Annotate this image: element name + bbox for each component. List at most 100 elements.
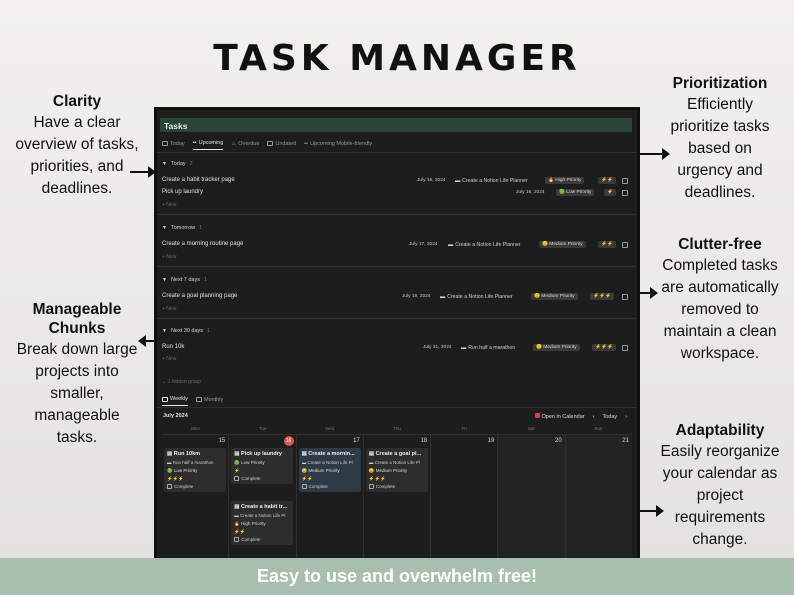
card-complete[interactable]: Complete (301, 484, 358, 489)
footer-banner: Easy to use and overwhelm free! (0, 558, 794, 595)
table-row[interactable]: Pick up laundry July 16, 2024 🟢 Low Prio… (162, 188, 628, 198)
weekday-label: Sat (527, 426, 535, 431)
card-priority: 🔥 High Priority (234, 521, 266, 526)
complete-label: Complete (308, 484, 328, 489)
task-name: Create a habit tracker page (162, 177, 235, 183)
group-today[interactable]: ▼ Today 2 (162, 161, 193, 167)
divider (157, 152, 637, 153)
folder-icon: ▬ (440, 293, 446, 300)
day-cell[interactable]: 17 ▤ Create a mornin... ▬ Create a Notio… (297, 435, 364, 558)
day-cell[interactable]: 20 (498, 435, 566, 558)
task-project: ▬ Create a Notion Life Planner (440, 294, 513, 300)
table-row[interactable]: Create a morning routine page July 17, 2… (162, 240, 628, 250)
tab-label: Upcoming Mobile-friendly (310, 140, 373, 147)
card-priority: 🟢 Low Priority (167, 468, 198, 473)
callout-line: change. (692, 531, 748, 548)
prev-icon[interactable]: ‹ (593, 414, 595, 420)
group-next-7-days[interactable]: ▼ Next 7 days 1 (162, 277, 207, 283)
folder-icon: ▬ (455, 177, 461, 184)
next-icon[interactable]: › (625, 414, 627, 420)
group-count: 2 (189, 161, 193, 167)
tab-undated[interactable]: Undated (267, 140, 296, 150)
complete-label: Complete (241, 476, 261, 481)
task-project: ▬ Create a Notion Life Planner (448, 242, 521, 248)
headline: TASK MANAGER (213, 38, 581, 79)
checkbox-icon (234, 476, 240, 481)
table-row[interactable]: Create a habit tracker page July 16, 202… (162, 176, 628, 186)
calendar-card[interactable]: ▤ Create a goal pl... ▬ Create a Notion … (365, 448, 428, 492)
project-label: Run half a marathon (468, 344, 516, 351)
task-checkbox[interactable] (622, 293, 628, 300)
card-project: ▬ Create a Notion Life Pl (368, 460, 420, 465)
folder-icon: ▬ (448, 241, 454, 248)
callout-line: workspace. (680, 345, 760, 362)
calendar-card[interactable]: ▤ Create a mornin... ▬ Create a Notion L… (298, 448, 361, 492)
day-cell[interactable]: 18 ▤ Create a goal pl... ▬ Create a Noti… (364, 435, 432, 558)
tab-today[interactable]: Today (162, 140, 185, 150)
task-checkbox[interactable] (622, 241, 628, 248)
divider (157, 318, 637, 319)
task-checkbox[interactable] (622, 177, 628, 184)
card-complete[interactable]: Complete (167, 484, 223, 489)
tab-mobile[interactable]: ▪▪ Upcoming Mobile-friendly (304, 140, 372, 150)
callout-title: Prioritization (672, 75, 768, 92)
callout-line: prioritize tasks (670, 118, 770, 135)
complete-label: Complete (174, 484, 194, 489)
day-cell[interactable]: 15 ▤ Run 10km ▬ Run half a marathon 🟢 Lo… (162, 435, 230, 558)
calendar-view-tabs: Weekly Monthly (162, 396, 223, 406)
callout-line: overview of tasks, (15, 136, 139, 153)
task-date: July 16, 2024 (417, 178, 446, 183)
day-cell[interactable]: 16 ▤ Pick up laundry 🟢 Low Priority ⚡ Co… (229, 435, 297, 558)
triangle-down-icon: ▼ (162, 328, 167, 334)
calendar-icon (195, 397, 202, 402)
calendar-card[interactable]: ▤ Pick up laundry 🟢 Low Priority ⚡ Compl… (231, 448, 294, 484)
triangle-down-icon: ▼ (162, 161, 167, 167)
callout-clutter: Clutter-free Completed tasks are automat… (645, 236, 794, 365)
card-title-text: Run 10km (173, 451, 201, 457)
new-button[interactable]: + New (162, 356, 176, 362)
callout-line: deadlines. (41, 180, 113, 197)
today-button[interactable]: Today (602, 414, 617, 420)
task-checkbox[interactable] (622, 344, 628, 351)
day-number: 18 (420, 438, 428, 444)
tab-upcoming[interactable]: ▪▪ Upcoming (192, 140, 224, 150)
task-name: Create a goal planning page (162, 293, 238, 299)
card-complete[interactable]: Complete (234, 537, 290, 542)
callout-line: priorities, and (30, 158, 124, 175)
group-count: 1 (204, 277, 208, 283)
card-project: ▬ Create a Notion Life Pl (234, 513, 286, 518)
callout-adaptability: Adaptability Easily reorganize your cale… (645, 422, 794, 551)
card-complete[interactable]: Complete (368, 484, 425, 489)
arrow-right-icon (640, 505, 664, 517)
card-title-text: Create a mornin... (308, 451, 355, 457)
checkbox-icon (167, 484, 172, 489)
tab-overdue[interactable]: ♨ Overdue (231, 140, 259, 150)
group-next-30-days[interactable]: ▼ Next 30 days 1 (162, 328, 210, 334)
tab-weekly[interactable]: Weekly (162, 396, 188, 406)
card-energy: ⚡ (234, 468, 240, 473)
calendar-card[interactable]: ▤ Run 10km ▬ Run half a marathon 🟢 Low P… (164, 448, 226, 492)
new-button[interactable]: + New (162, 254, 176, 260)
calendar-card[interactable]: ▤ Create a habit tr... ▬ Create a Notion… (231, 501, 294, 545)
day-cell[interactable]: 21 (565, 435, 632, 558)
card-title: ▤ Create a goal pl... (368, 451, 422, 457)
table-row[interactable]: Create a goal planning page July 18, 202… (162, 292, 628, 302)
task-checkbox[interactable] (622, 189, 628, 196)
callout-line: Completed tasks (662, 257, 778, 274)
day-cell[interactable]: 19 (431, 435, 499, 558)
new-button[interactable]: + New (162, 202, 176, 208)
new-button[interactable]: + New (162, 306, 176, 312)
group-tomorrow[interactable]: ▼ Tomorrow 1 (162, 225, 202, 231)
hidden-group-toggle[interactable]: ⌄ 1 hidden group (162, 379, 201, 385)
tab-monthly[interactable]: Monthly (195, 396, 223, 406)
callout-line: deadlines. (684, 184, 756, 201)
table-row[interactable]: Run 10k July 31, 2024 ▬ Run half a marath… (162, 343, 628, 353)
open-in-calendar-button[interactable]: Open in Calendar (534, 413, 585, 420)
callout-line: Have a clear (33, 114, 121, 131)
triangle-down-icon: ▼ (162, 225, 167, 231)
energy-badge: ⚡⚡ (598, 177, 616, 184)
card-title: ▤ Create a mornin... (301, 451, 355, 457)
weekday-label: Fri (461, 426, 467, 431)
card-complete[interactable]: Complete (234, 476, 290, 481)
triangle-down-icon: ▼ (162, 277, 167, 283)
